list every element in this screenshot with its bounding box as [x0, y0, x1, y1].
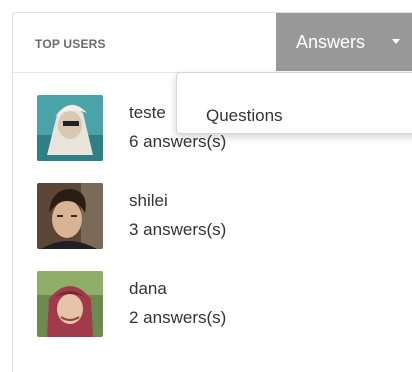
- user-avatar[interactable]: [37, 271, 103, 337]
- dropdown-label: Answers: [296, 32, 366, 52]
- top-users-widget: TOP USERS Answers Questions teste 6 answ…: [12, 12, 412, 372]
- user-list-item: dana 2 answers(s): [37, 271, 397, 341]
- user-list-item: shilei 3 answers(s): [37, 183, 397, 253]
- menu-item-questions[interactable]: Questions: [206, 106, 283, 126]
- widget-title: TOP USERS: [35, 37, 106, 51]
- user-avatar[interactable]: [37, 183, 103, 249]
- answer-count: 6 answers(s): [129, 132, 227, 151]
- user-name[interactable]: teste: [129, 103, 166, 123]
- answer-count: 3 answers(s): [129, 220, 227, 239]
- user-avatar[interactable]: [37, 95, 103, 161]
- dropdown-menu: Questions: [176, 72, 412, 134]
- user-name[interactable]: dana: [129, 279, 167, 299]
- answer-count: 2 answers(s): [129, 308, 227, 327]
- caret-down-icon: [392, 39, 400, 44]
- user-name[interactable]: shilei: [129, 191, 168, 211]
- answers-dropdown-button[interactable]: Answers: [276, 13, 412, 71]
